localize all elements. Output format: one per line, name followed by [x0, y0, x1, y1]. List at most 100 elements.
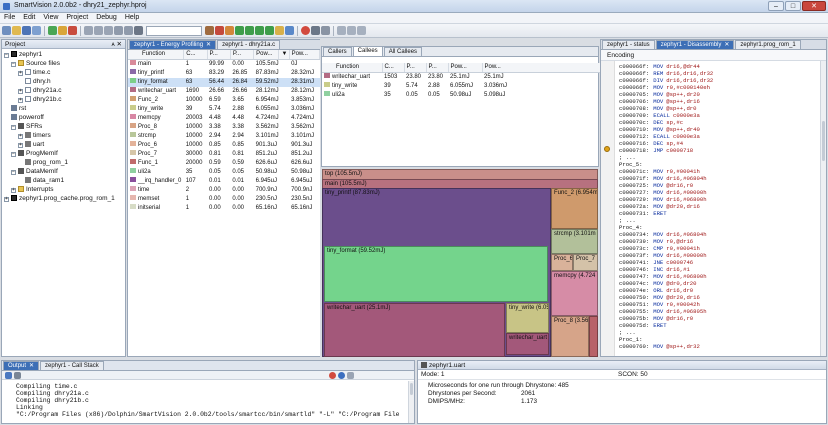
- tab-dhry21a[interactable]: zephyr1 - dhry21a.c: [217, 40, 281, 49]
- tree-poweroff[interactable]: poweroff: [4, 113, 125, 122]
- treemap-writechar-small[interactable]: writechar_uart: [506, 333, 549, 355]
- col-power-self[interactable]: Pow...: [289, 50, 321, 60]
- disassembly-line[interactable]: c000066f: MOV dr16,@dr44: [619, 63, 819, 70]
- treemap-func2[interactable]: Func_2 (6.954m: [551, 188, 598, 229]
- tab-prog-rom[interactable]: zephyr1.prog_rom_1: [735, 40, 801, 49]
- disassembly-listing[interactable]: c000066f: MOV dr16,@dr44 c000066f: REM dr16,d…: [619, 63, 819, 356]
- disassembly-line[interactable]: c000071f: MOV dr16,#06804h: [619, 175, 819, 182]
- disassembly-scrollbar[interactable]: [820, 61, 826, 356]
- col-percent-inclusive[interactable]: P...: [404, 63, 427, 73]
- table-row[interactable]: tiny_printf 63 83.29 26.85 87.83mJ 28.32mJ: [128, 68, 320, 78]
- tree-prog-rom[interactable]: prog_rom_1: [4, 158, 125, 167]
- tab-callees[interactable]: Callees: [352, 46, 383, 56]
- tree-data-ram[interactable]: data_ram1: [4, 176, 125, 185]
- table-row[interactable]: strcmp 10000 2.94 2.94 3.101mJ 3.101mJ: [128, 131, 320, 141]
- disassembly-line[interactable]: c000074e: ORL dr16,dr0: [619, 287, 819, 294]
- table-row[interactable]: writechar_uart 1690 26.66 26.66 28.12mJ 28.12…: [128, 86, 320, 96]
- menu-debug[interactable]: Debug: [92, 13, 121, 21]
- table-row[interactable]: uli2a 35 0.05 0.05 50.98uJ 50.98uJ: [128, 167, 320, 177]
- col-calls[interactable]: C...: [183, 50, 208, 60]
- tab-callers[interactable]: Callers: [323, 47, 352, 56]
- disassembly-line[interactable]: c0000709: ECALL c0000e3a: [619, 112, 819, 119]
- config-dropdown[interactable]: [146, 25, 202, 36]
- table-row[interactable]: memset 1 0.00 0.00 230.5nJ 230.5nJ: [128, 194, 320, 204]
- tree-root[interactable]: − zephyr1: [4, 50, 125, 59]
- tree-file-dhry21b[interactable]: + dhry21b.c: [4, 95, 125, 104]
- zoom-fit-icon[interactable]: [357, 26, 366, 35]
- treemap-func1[interactable]: [589, 316, 598, 357]
- treemap-memcpy[interactable]: memcpy (4.724: [551, 271, 598, 316]
- tree-cache[interactable]: + zephyr1.prog_cache.prog_rom_1: [4, 194, 125, 203]
- col-power-inclusive[interactable]: Pow...: [448, 63, 483, 73]
- step-out-icon[interactable]: [265, 26, 274, 35]
- zoom-in-icon[interactable]: [337, 26, 346, 35]
- info-icon[interactable]: [338, 371, 345, 379]
- output-filter-icon[interactable]: [5, 371, 12, 379]
- treemap-tiny-write[interactable]: tiny_write (6.05: [506, 303, 549, 333]
- table-row[interactable]: tiny_write 39 5.74 2.88 6.055mJ 3.036mJ: [128, 104, 320, 114]
- treemap-proc8[interactable]: Proc_8 (3.562m: [551, 316, 589, 357]
- disassembly-line[interactable]: c000074c: MOV @dr0,dr20: [619, 280, 819, 287]
- zoom-out-icon[interactable]: [347, 26, 356, 35]
- table-row[interactable]: tiny_format 63 56.44 26.84 59.52mJ 28.31mJ: [128, 77, 320, 87]
- tree-uart[interactable]: + uart: [4, 140, 125, 149]
- pause-icon[interactable]: [275, 26, 284, 35]
- tree-datamem[interactable]: − DataMemIf: [4, 167, 125, 176]
- treemap-strcmp[interactable]: strcmp (3.101m: [551, 229, 598, 254]
- save-icon[interactable]: [22, 26, 31, 35]
- table-row[interactable]: tiny_write 39 5.74 2.88 6.055mJ 3.036mJ: [322, 81, 600, 91]
- treemap-proc6[interactable]: Proc_6: [551, 254, 573, 271]
- disassembly-line[interactable]: c000073c: CMP r0,#00041h: [619, 245, 819, 252]
- tree-sfrs[interactable]: − SFRs: [4, 122, 125, 131]
- disassembly-line[interactable]: c000070c: DEC sp,#c: [619, 119, 819, 126]
- col-percent-inclusive[interactable]: P...: [207, 50, 231, 60]
- tree-source-files[interactable]: − Source files: [4, 59, 125, 68]
- disassembly-line[interactable]: ; ...: [619, 329, 819, 336]
- close-button[interactable]: ✕: [802, 1, 826, 11]
- disassembly-line[interactable]: c0000729: MOV dr16,#06800h: [619, 196, 819, 203]
- breakpoints-list-icon[interactable]: [311, 26, 320, 35]
- tab-all-callees[interactable]: All Callees: [383, 47, 423, 56]
- disassembly-line[interactable]: c0000755: MOV dr16,#06805h: [619, 308, 819, 315]
- tab-output[interactable]: Output ✕: [3, 361, 40, 370]
- panel-close-icon[interactable]: ᴀ ✕: [112, 40, 122, 49]
- disassembly-line[interactable]: Proc_1:: [619, 336, 819, 343]
- disassembly-line[interactable]: c000066f: DIV dr16,dr16,dr32: [619, 77, 819, 84]
- clear-breakpoints-icon[interactable]: [321, 26, 330, 35]
- tree-progmem[interactable]: − ProgMemIf: [4, 149, 125, 158]
- disassembly-line[interactable]: c0000734: MOV dr16,#06804h: [619, 231, 819, 238]
- treemap-proc7[interactable]: Proc_7: [573, 254, 598, 271]
- table-row[interactable]: time 2 0.00 0.00 700.9nJ 700.9nJ: [128, 185, 320, 195]
- sort-arrow-icon[interactable]: ▼: [278, 50, 290, 60]
- treemap-tiny-format[interactable]: tiny_format (59.52mJ): [324, 246, 548, 302]
- menu-view[interactable]: View: [39, 13, 62, 21]
- tree-timers[interactable]: + timers: [4, 131, 125, 140]
- col-power-inclusive[interactable]: Pow...: [253, 50, 280, 60]
- breakpoint-icon[interactable]: [301, 26, 310, 35]
- rebuild-icon[interactable]: [58, 26, 67, 35]
- table-row[interactable]: memcpy 20003 4.48 4.48 4.724mJ 4.724mJ: [128, 113, 320, 123]
- minimize-button[interactable]: –: [768, 1, 784, 11]
- table-row[interactable]: Proc_7 30000 0.81 0.81 851.2uJ 851.2uJ: [128, 149, 320, 159]
- col-percent-self[interactable]: P...: [230, 50, 255, 60]
- paste-icon[interactable]: [104, 26, 113, 35]
- table-row[interactable]: writechar_uart 1503 23.80 23.80 25.1mJ 25.1mJ: [322, 72, 600, 82]
- disassembly-line[interactable]: c0000751: MOV r0,#00042h: [619, 301, 819, 308]
- gutter[interactable]: [601, 61, 615, 356]
- debug-stop-icon[interactable]: [215, 26, 224, 35]
- col-power-self[interactable]: Pow...: [482, 63, 601, 73]
- new-file-icon[interactable]: [2, 26, 11, 35]
- build-icon[interactable]: [48, 26, 57, 35]
- undo-icon[interactable]: [114, 26, 123, 35]
- uart-terminal[interactable]: Microseconds for one run through Dhrysto…: [418, 380, 826, 406]
- redo-icon[interactable]: [124, 26, 133, 35]
- debug-reset-icon[interactable]: [225, 26, 234, 35]
- copy-icon[interactable]: [94, 26, 103, 35]
- disassembly-line[interactable]: c0000739: MOV r0,@dr16: [619, 238, 819, 245]
- col-function[interactable]: Function: [128, 50, 185, 60]
- output-scrollbar[interactable]: [408, 381, 414, 423]
- output-console[interactable]: Compiling time.c Compiling dhry21a.c Compi…: [2, 381, 407, 423]
- menu-file[interactable]: File: [0, 13, 19, 21]
- disassembly-line[interactable]: c0000708: MOV @sp++,dr0: [619, 105, 819, 112]
- disassembly-line[interactable]: c000071c: MOV r0,#00041h: [619, 168, 819, 175]
